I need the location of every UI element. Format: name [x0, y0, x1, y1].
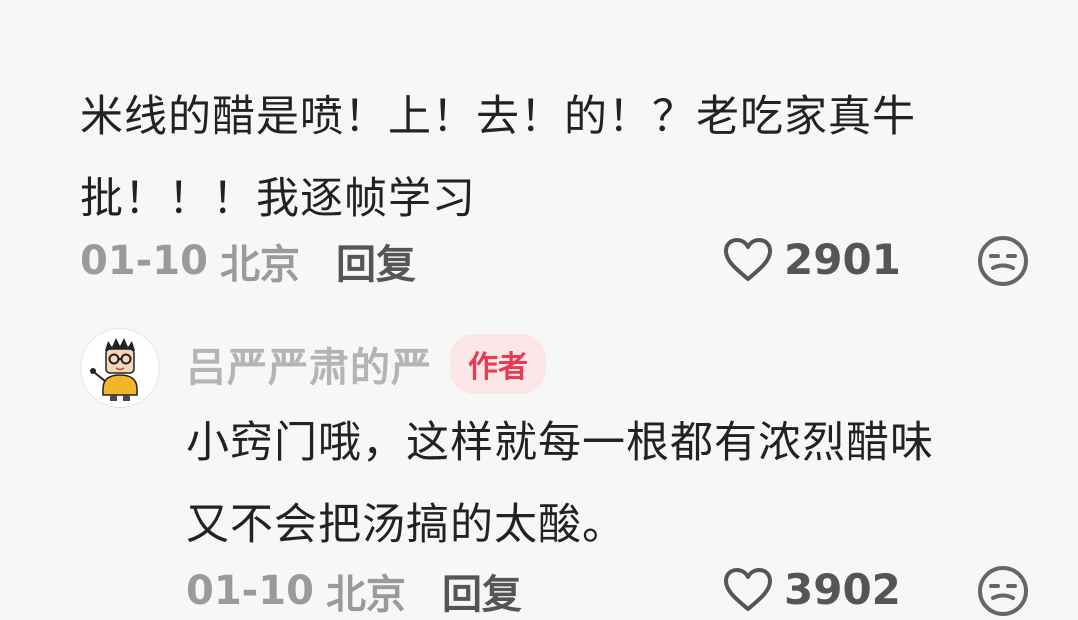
meh-face-icon[interactable]	[976, 234, 1030, 288]
like-count: 2901	[784, 235, 901, 284]
comment-text-line-2: 批！！！我逐帧学习	[80, 174, 476, 224]
author-badge: 作者	[450, 334, 546, 394]
comment-meta: 01-10 北京 回复	[186, 562, 522, 620]
comment-text-line-2: 又不会把汤搞的太酸。	[186, 500, 626, 550]
comment-location: 北京	[325, 572, 406, 618]
comment-date: 01-10	[80, 238, 208, 284]
comment-location: 北京	[219, 242, 300, 288]
reply-button[interactable]: 回复	[442, 562, 522, 620]
comment-text-line-1: 米线的醋是喷！上！去！的！？老吃家真牛	[80, 92, 916, 142]
like-count: 3902	[784, 565, 901, 614]
comment-text: 米线的醋是喷！上！去！的！？老吃家真牛 批！！！我逐帧学习	[80, 76, 916, 240]
reply-button[interactable]: 回复	[336, 232, 416, 290]
cartoon-avatar-icon	[90, 338, 138, 401]
avatar[interactable]	[80, 328, 160, 408]
comment-meta: 01-10 北京 回复	[80, 232, 416, 290]
author-name[interactable]: 吕严严肃的严	[186, 335, 432, 393]
comment-text: 小窍门哦，这样就每一根都有浓烈醋味 又不会把汤搞的太酸。	[186, 402, 934, 566]
meh-face-icon[interactable]	[976, 564, 1030, 618]
like-button[interactable]: 2901	[722, 235, 901, 284]
author-row: 吕严严肃的严 作者	[186, 334, 546, 394]
like-button[interactable]: 3902	[722, 565, 901, 614]
heart-outline-icon	[724, 567, 772, 611]
heart-outline-icon	[724, 237, 772, 281]
comment-text-line-1: 小窍门哦，这样就每一根都有浓烈醋味	[186, 418, 934, 468]
comment-date: 01-10	[186, 568, 314, 614]
